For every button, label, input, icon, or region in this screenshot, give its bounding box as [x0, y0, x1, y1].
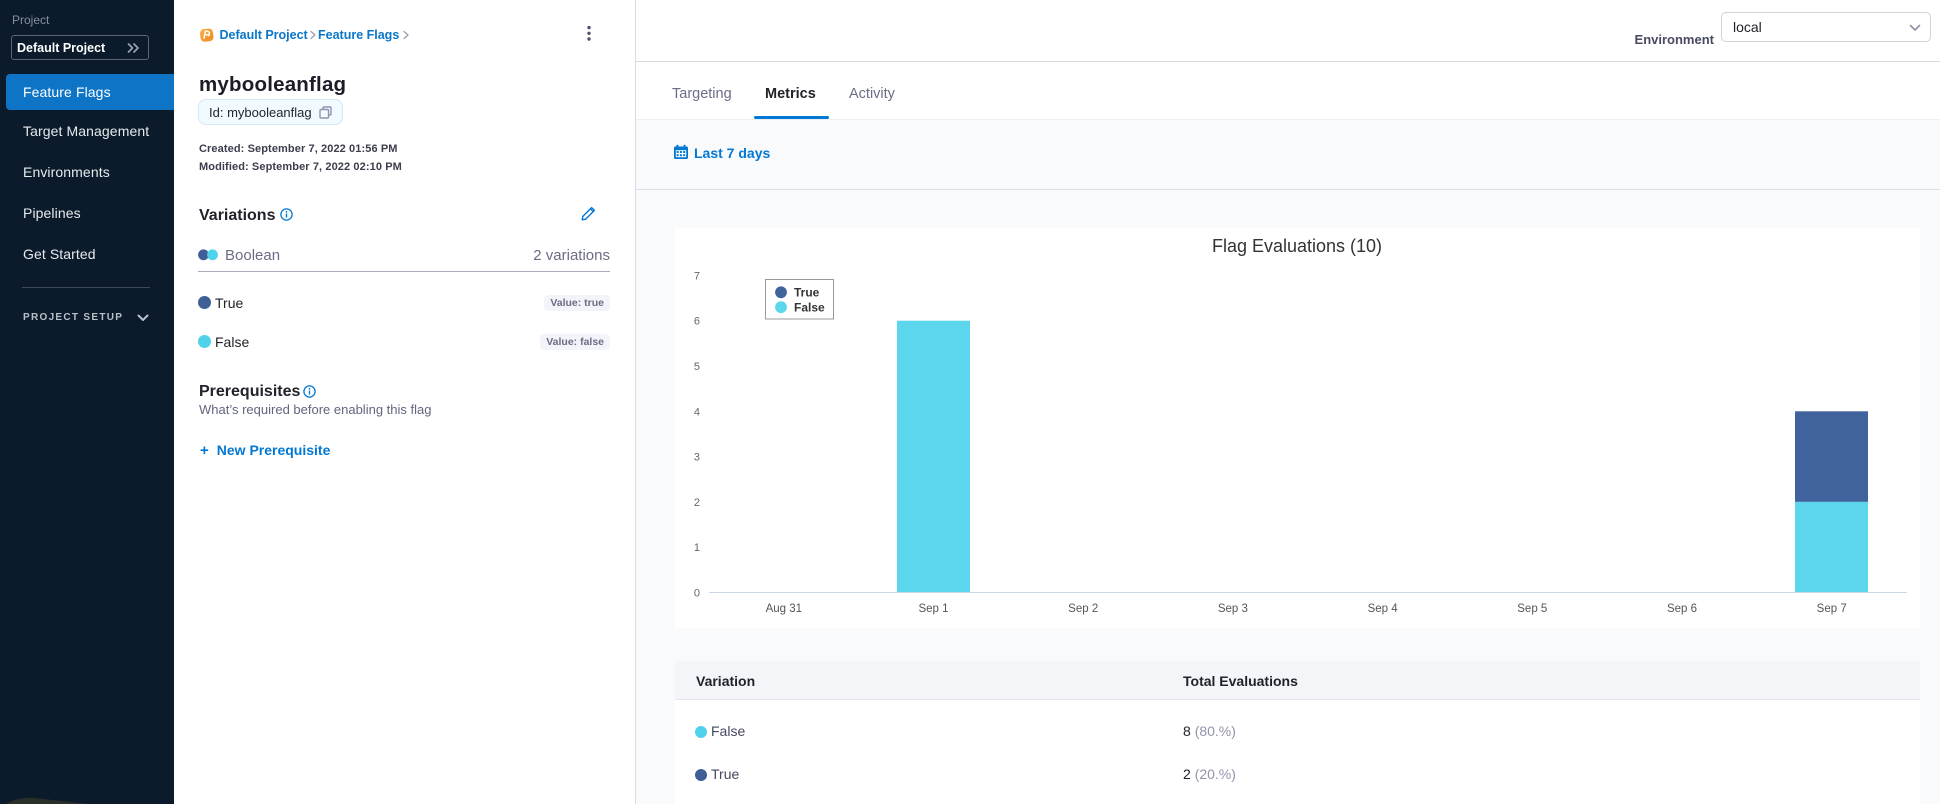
svg-text:Aug 31: Aug 31	[766, 603, 802, 615]
svg-text:Flag Evaluations (10): Flag Evaluations (10)	[1212, 236, 1382, 256]
svg-text:6: 6	[694, 316, 700, 328]
svg-text:5: 5	[694, 361, 700, 373]
svg-text:Sep 2: Sep 2	[1068, 603, 1098, 615]
svg-text:Sep 3: Sep 3	[1218, 603, 1248, 615]
svg-text:0: 0	[694, 588, 700, 600]
svg-text:2: 2	[694, 497, 700, 509]
svg-text:4: 4	[694, 406, 700, 418]
svg-text:3: 3	[694, 452, 700, 464]
svg-text:Sep 5: Sep 5	[1517, 603, 1547, 615]
svg-text:Sep 6: Sep 6	[1667, 603, 1697, 615]
svg-text:1: 1	[694, 542, 700, 554]
svg-text:7: 7	[694, 270, 700, 282]
svg-text:Sep 1: Sep 1	[918, 603, 948, 615]
svg-text:True: True	[794, 286, 820, 300]
svg-text:Sep 7: Sep 7	[1817, 603, 1847, 615]
svg-text:False: False	[794, 300, 825, 314]
svg-text:Sep 4: Sep 4	[1368, 603, 1399, 615]
